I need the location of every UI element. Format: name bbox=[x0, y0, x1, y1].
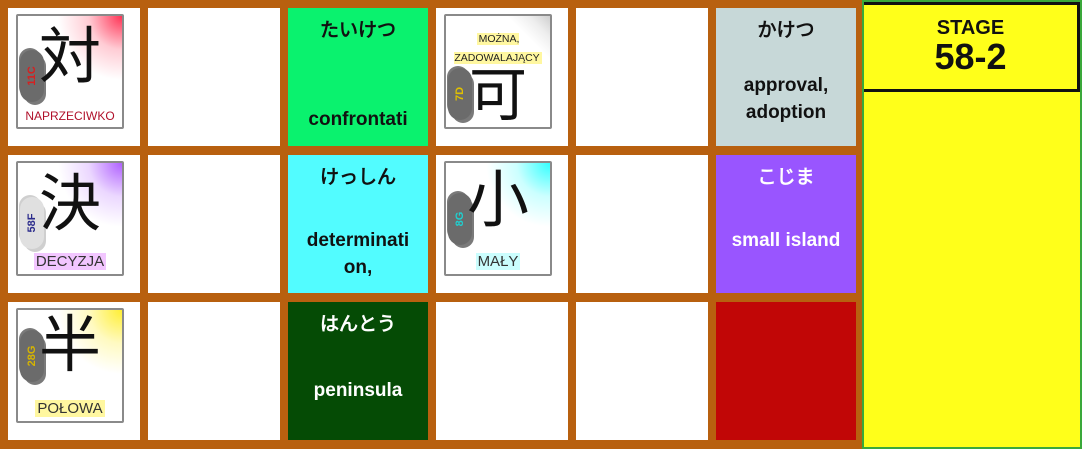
word-card-peninsula[interactable]: はんとう peninsula bbox=[288, 302, 428, 440]
stage-number: 58-2 bbox=[934, 36, 1007, 77]
kanji-meaning: DECYZJA bbox=[33, 253, 107, 270]
word-card-small-island[interactable]: こじま small island bbox=[716, 155, 856, 293]
kanji-glyph: 決 bbox=[38, 167, 101, 240]
board-tile-kanji-taiketsu[interactable]: 11C 対 NAPRZECIWKO bbox=[8, 8, 140, 146]
word-kana: はんとう bbox=[319, 313, 396, 335]
board-tile-empty[interactable] bbox=[576, 302, 708, 440]
board-tile-red[interactable] bbox=[716, 302, 856, 440]
board-tile-kanji-kojima[interactable]: 8G 小 MAŁY bbox=[436, 155, 568, 293]
kanji-glyph: 小 bbox=[466, 163, 529, 236]
game-board: 11C 対 NAPRZECIWKO たいけつ confrontati MOŻNA… bbox=[0, 0, 862, 449]
word-kana: かけつ bbox=[757, 19, 815, 41]
kanji-card[interactable]: 58F 決 DECYZJA bbox=[16, 161, 124, 276]
word-meaning: small island bbox=[731, 230, 841, 251]
word-kana: こじま bbox=[757, 166, 815, 188]
kanji-glyph: 半 bbox=[38, 308, 101, 381]
word-card-confrontation[interactable]: たいけつ confrontati bbox=[288, 8, 428, 146]
word-meaning: confrontati bbox=[308, 109, 408, 130]
kanji-meaning: MAŁY bbox=[475, 253, 521, 270]
board-tile-kanji-kaketsu[interactable]: MOŻNA, ZADOWALAJĄCY 7D 可 bbox=[436, 8, 568, 146]
stage-label: STAGE bbox=[936, 17, 1005, 39]
word-card-approval[interactable]: かけつ approval, adoption bbox=[716, 8, 856, 146]
board-tile-empty[interactable] bbox=[148, 155, 280, 293]
word-card-determination[interactable]: けっしん determinati on, bbox=[288, 155, 428, 293]
kanji-meaning: POŁOWA bbox=[35, 400, 105, 417]
word-kana: たいけつ bbox=[319, 19, 396, 41]
board-tile-kanji-kesshin[interactable]: 58F 決 DECYZJA bbox=[8, 155, 140, 293]
word-meaning: peninsula bbox=[313, 380, 403, 401]
kanji-card[interactable]: 8G 小 MAŁY bbox=[444, 161, 552, 276]
board-tile-kanji-hantou[interactable]: 28G 半 POŁOWA bbox=[8, 302, 140, 440]
kanji-card[interactable]: MOŻNA, ZADOWALAJĄCY 7D 可 bbox=[444, 14, 552, 129]
board-tile-empty[interactable] bbox=[148, 8, 280, 146]
kanji-meaning: NAPRZECIWKO bbox=[25, 109, 115, 123]
board-tile-empty[interactable] bbox=[436, 302, 568, 440]
kanji-glyph: 可 bbox=[468, 61, 527, 129]
word-kana: けっしん bbox=[319, 166, 396, 188]
board-tile-empty[interactable] bbox=[576, 8, 708, 146]
kanji-glyph: 対 bbox=[38, 20, 101, 93]
word-meaning: determinati on, bbox=[306, 230, 410, 278]
side-panel: STAGE 58-2 bbox=[862, 0, 1082, 449]
word-meaning: approval, adoption bbox=[743, 75, 829, 123]
board-tile-empty[interactable] bbox=[576, 155, 708, 293]
stage-indicator: STAGE 58-2 bbox=[864, 2, 1080, 92]
kanji-card[interactable]: 11C 対 NAPRZECIWKO bbox=[16, 14, 124, 129]
board-tile-empty[interactable] bbox=[148, 302, 280, 440]
kanji-card[interactable]: 28G 半 POŁOWA bbox=[16, 308, 124, 423]
